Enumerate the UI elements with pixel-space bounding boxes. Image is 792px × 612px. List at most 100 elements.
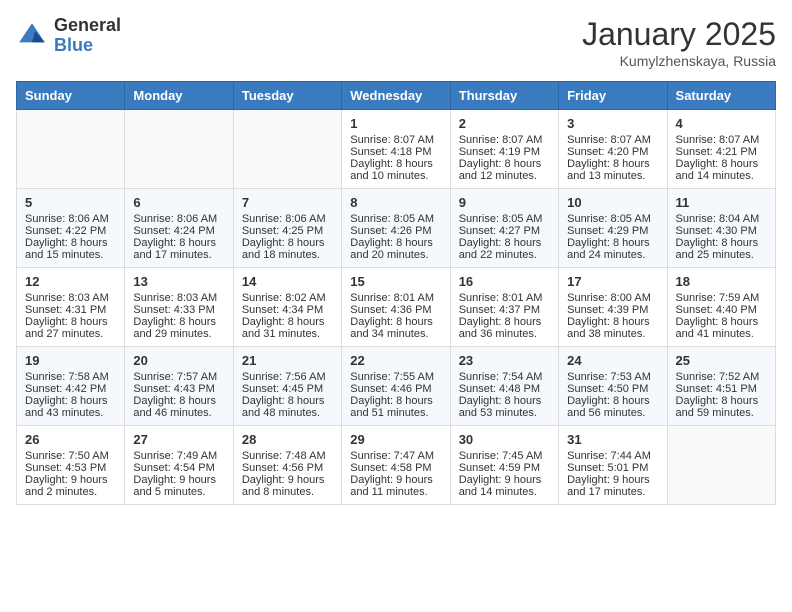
day-content-line: Daylight: 9 hours [350,474,441,486]
day-content-line: and 22 minutes. [459,249,550,261]
calendar-cell: 23Sunrise: 7:54 AMSunset: 4:48 PMDayligh… [450,347,558,426]
day-content-line: Sunset: 4:50 PM [567,383,658,395]
day-content-line: and 36 minutes. [459,328,550,340]
calendar-cell: 11Sunrise: 8:04 AMSunset: 4:30 PMDayligh… [667,189,775,268]
day-content-line: and 24 minutes. [567,249,658,261]
day-content-line: and 56 minutes. [567,407,658,419]
day-number: 12 [25,274,116,289]
day-number: 23 [459,353,550,368]
calendar-cell: 29Sunrise: 7:47 AMSunset: 4:58 PMDayligh… [342,426,450,505]
day-content-line: and 12 minutes. [459,170,550,182]
day-content-line: Sunrise: 7:55 AM [350,371,441,383]
day-content-line: Daylight: 8 hours [459,395,550,407]
day-number: 21 [242,353,333,368]
day-content-line: Daylight: 8 hours [676,316,767,328]
calendar-cell [233,110,341,189]
calendar-cell: 13Sunrise: 8:03 AMSunset: 4:33 PMDayligh… [125,268,233,347]
day-content-line: Daylight: 8 hours [25,237,116,249]
day-content-line: Sunset: 5:01 PM [567,462,658,474]
day-number: 28 [242,432,333,447]
logo-text: General Blue [54,16,121,56]
day-content-line: Daylight: 8 hours [567,316,658,328]
calendar-cell: 1Sunrise: 8:07 AMSunset: 4:18 PMDaylight… [342,110,450,189]
calendar-cell: 31Sunrise: 7:44 AMSunset: 5:01 PMDayligh… [559,426,667,505]
day-content-line: Daylight: 8 hours [25,395,116,407]
day-content-line: Daylight: 9 hours [242,474,333,486]
day-content-line: Sunset: 4:45 PM [242,383,333,395]
day-content-line: Sunrise: 7:59 AM [676,292,767,304]
weekday-header-tuesday: Tuesday [233,82,341,110]
day-content-line: Daylight: 9 hours [25,474,116,486]
day-content-line: Daylight: 8 hours [567,395,658,407]
calendar-cell [17,110,125,189]
calendar-cell: 22Sunrise: 7:55 AMSunset: 4:46 PMDayligh… [342,347,450,426]
day-number: 16 [459,274,550,289]
day-content-line: and 2 minutes. [25,486,116,498]
weekday-header-saturday: Saturday [667,82,775,110]
day-content-line: and 5 minutes. [133,486,224,498]
day-content-line: Sunrise: 7:52 AM [676,371,767,383]
day-number: 11 [676,195,767,210]
day-content-line: Sunset: 4:24 PM [133,225,224,237]
day-content-line: Daylight: 8 hours [133,237,224,249]
month-title: January 2025 [582,16,776,53]
day-number: 1 [350,116,441,131]
day-number: 20 [133,353,224,368]
day-content-line: Daylight: 9 hours [133,474,224,486]
calendar-cell: 19Sunrise: 7:58 AMSunset: 4:42 PMDayligh… [17,347,125,426]
day-content-line: Daylight: 8 hours [242,395,333,407]
day-content-line: Sunrise: 8:06 AM [242,213,333,225]
day-number: 10 [567,195,658,210]
day-content-line: Sunrise: 8:00 AM [567,292,658,304]
calendar-week-row: 19Sunrise: 7:58 AMSunset: 4:42 PMDayligh… [17,347,776,426]
day-content-line: and 8 minutes. [242,486,333,498]
day-content-line: and 38 minutes. [567,328,658,340]
day-number: 25 [676,353,767,368]
day-content-line: and 25 minutes. [676,249,767,261]
day-content-line: Sunset: 4:19 PM [459,146,550,158]
day-content-line: Sunrise: 7:54 AM [459,371,550,383]
calendar-cell: 14Sunrise: 8:02 AMSunset: 4:34 PMDayligh… [233,268,341,347]
day-content-line: Sunset: 4:51 PM [676,383,767,395]
day-content-line: Sunset: 4:40 PM [676,304,767,316]
day-content-line: Daylight: 8 hours [133,395,224,407]
calendar-cell: 12Sunrise: 8:03 AMSunset: 4:31 PMDayligh… [17,268,125,347]
day-content-line: Sunrise: 8:05 AM [567,213,658,225]
logo-general: General [54,15,121,35]
calendar-cell: 8Sunrise: 8:05 AMSunset: 4:26 PMDaylight… [342,189,450,268]
day-content-line: Sunset: 4:30 PM [676,225,767,237]
calendar-cell: 9Sunrise: 8:05 AMSunset: 4:27 PMDaylight… [450,189,558,268]
day-content-line: Sunrise: 8:05 AM [459,213,550,225]
calendar-cell: 25Sunrise: 7:52 AMSunset: 4:51 PMDayligh… [667,347,775,426]
calendar-cell: 6Sunrise: 8:06 AMSunset: 4:24 PMDaylight… [125,189,233,268]
day-content-line: and 14 minutes. [459,486,550,498]
day-content-line: Daylight: 8 hours [567,237,658,249]
day-content-line: Daylight: 8 hours [133,316,224,328]
day-content-line: Sunset: 4:58 PM [350,462,441,474]
day-content-line: Sunset: 4:27 PM [459,225,550,237]
day-content-line: Sunset: 4:22 PM [25,225,116,237]
day-content-line: Sunset: 4:46 PM [350,383,441,395]
day-content-line: Sunset: 4:33 PM [133,304,224,316]
calendar-cell [667,426,775,505]
day-content-line: Sunrise: 7:53 AM [567,371,658,383]
weekday-header-row: SundayMondayTuesdayWednesdayThursdayFrid… [17,82,776,110]
calendar-cell: 18Sunrise: 7:59 AMSunset: 4:40 PMDayligh… [667,268,775,347]
title-block: January 2025 Kumylzhenskaya, Russia [582,16,776,69]
day-content-line: Sunset: 4:18 PM [350,146,441,158]
calendar-cell: 17Sunrise: 8:00 AMSunset: 4:39 PMDayligh… [559,268,667,347]
calendar-cell: 28Sunrise: 7:48 AMSunset: 4:56 PMDayligh… [233,426,341,505]
day-content-line: Daylight: 8 hours [567,158,658,170]
day-number: 3 [567,116,658,131]
day-content-line: Sunset: 4:39 PM [567,304,658,316]
day-number: 26 [25,432,116,447]
day-content-line: Sunrise: 8:03 AM [25,292,116,304]
calendar-cell: 10Sunrise: 8:05 AMSunset: 4:29 PMDayligh… [559,189,667,268]
location: Kumylzhenskaya, Russia [582,53,776,69]
day-number: 31 [567,432,658,447]
day-content-line: and 10 minutes. [350,170,441,182]
day-number: 6 [133,195,224,210]
calendar-week-row: 12Sunrise: 8:03 AMSunset: 4:31 PMDayligh… [17,268,776,347]
page-header: General Blue January 2025 Kumylzhenskaya… [16,16,776,69]
day-content-line: and 11 minutes. [350,486,441,498]
